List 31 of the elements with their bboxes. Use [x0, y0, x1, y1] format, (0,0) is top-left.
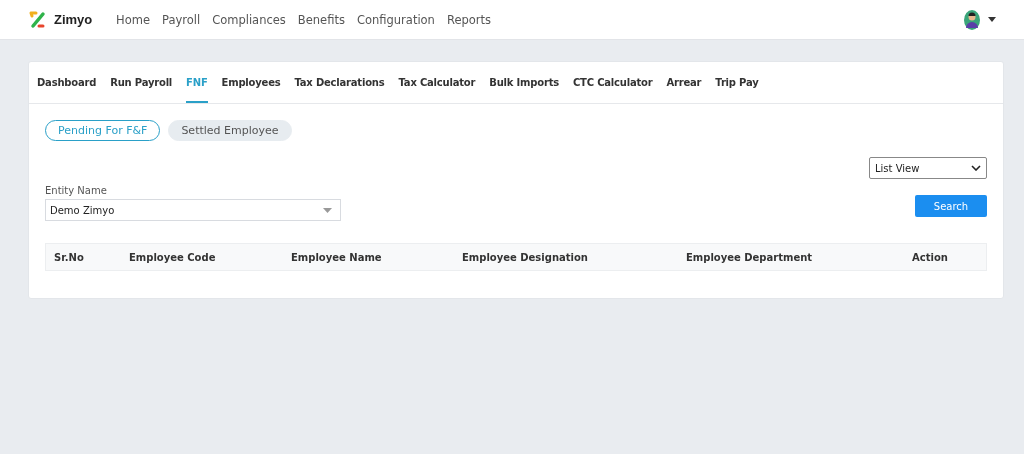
column-header: Sr.No [53, 251, 85, 263]
caret-icon [323, 207, 332, 213]
tab[interactable]: Bulk Imports [489, 62, 559, 103]
nav-link[interactable]: Payroll [161, 12, 201, 27]
view-select[interactable]: List View [869, 157, 987, 179]
tab[interactable]: Trip Pay [715, 62, 759, 103]
nav-link[interactable]: Home [116, 12, 150, 27]
tab[interactable]: Run Payroll [110, 62, 173, 103]
filter-pill[interactable]: Settled Employee [168, 120, 292, 141]
column-header: Action [911, 251, 949, 263]
tab[interactable]: Tax Calculator [398, 62, 476, 103]
tab[interactable]: Employees [221, 62, 281, 103]
tab[interactable]: CTC Calculator [573, 62, 653, 103]
field-label: Entity Name [45, 185, 108, 196]
nav-link[interactable]: Benefits [297, 12, 345, 27]
nav-link[interactable]: Configuration [356, 12, 435, 27]
chevron-icon [971, 165, 981, 171]
tab[interactable]: Tax Declarations [294, 62, 385, 103]
nav-link[interactable]: Compliances [212, 12, 286, 27]
avatar-icon[interactable] [964, 9, 980, 30]
column-header: Employee Name [290, 251, 383, 263]
nav-link[interactable]: Reports [446, 12, 492, 27]
brand-name: Zimyo [54, 12, 93, 27]
tab[interactable]: Arrear [666, 62, 702, 103]
tab[interactable]: Dashboard [37, 62, 97, 103]
logo-icon [29, 10, 47, 29]
entity-dropdown[interactable]: Demo Zimyo [45, 199, 341, 221]
caret-icon[interactable] [988, 17, 996, 22]
column-header: Employee Code [128, 251, 217, 263]
column-header: Employee Designation [461, 251, 589, 263]
column-header: Employee Department [685, 251, 814, 263]
